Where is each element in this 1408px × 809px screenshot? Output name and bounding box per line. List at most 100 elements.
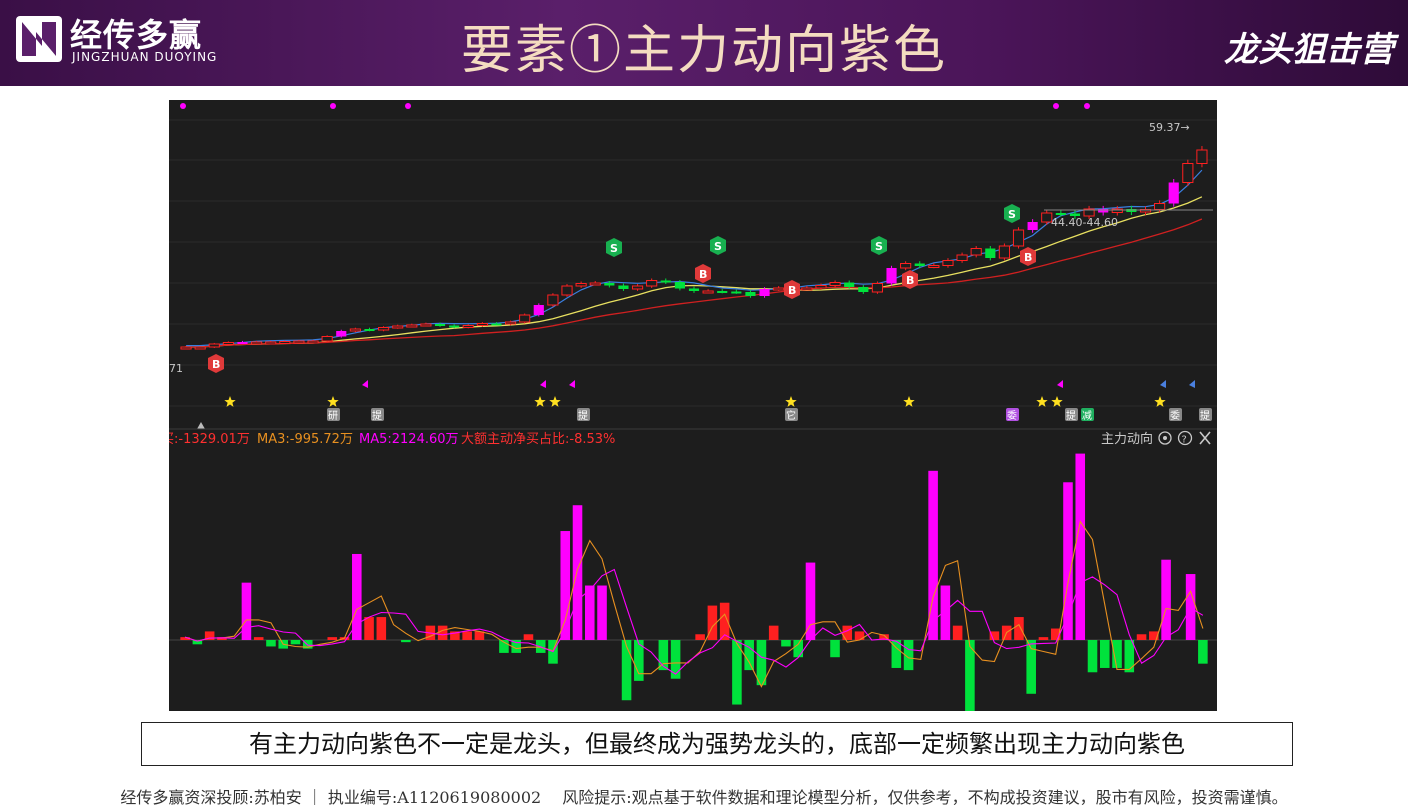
indicator-bar xyxy=(584,585,595,640)
indicator-bar xyxy=(744,640,754,671)
indicator-bar xyxy=(241,582,252,640)
indicator-bar xyxy=(597,585,607,640)
indicator-bar xyxy=(352,553,362,640)
indicator-bar xyxy=(1099,640,1110,668)
ma3-line xyxy=(184,520,1204,688)
slide-title: 要素①主力动向紫色 xyxy=(460,21,947,81)
tag-label: 研 xyxy=(328,410,338,422)
flag-marker xyxy=(362,380,368,388)
indicator-bar xyxy=(695,634,705,640)
candle xyxy=(702,290,714,294)
indicator-bar xyxy=(462,631,472,640)
candle xyxy=(194,346,206,350)
sell-signal-label: S xyxy=(875,240,883,253)
candle xyxy=(208,343,220,348)
top-marker xyxy=(405,103,411,109)
indicator-bar xyxy=(1087,640,1098,673)
candle xyxy=(237,342,248,344)
legend-ratio: 大额主动净买占比:-8.53% xyxy=(461,432,615,447)
candle xyxy=(717,291,728,293)
candle xyxy=(491,323,502,326)
indicator-bar xyxy=(670,640,681,679)
candle xyxy=(858,287,869,292)
help-icon[interactable]: ? xyxy=(1177,430,1193,446)
top-marker xyxy=(1053,103,1059,109)
legend-ma5: MA5:2124.60万 xyxy=(359,432,459,447)
candle xyxy=(998,245,1010,259)
candle xyxy=(928,265,940,268)
indicator-title: 主力动向 xyxy=(1101,431,1153,447)
indicator-bar xyxy=(376,617,387,640)
star-marker xyxy=(1154,396,1166,407)
indicator-bar xyxy=(952,625,963,640)
legend-ma3: MA3:-995.72万 xyxy=(257,432,353,447)
indicator-bar xyxy=(854,631,865,640)
candle xyxy=(604,283,615,286)
sell-signal-label: S xyxy=(1008,208,1016,221)
ma-blue-line xyxy=(186,169,1203,347)
indicator-bar xyxy=(1038,637,1049,640)
tag-label: 提 xyxy=(372,410,382,422)
indicator-bar xyxy=(572,505,583,640)
candle xyxy=(660,280,671,283)
indicator-bar xyxy=(1075,453,1086,640)
candle xyxy=(844,282,855,287)
indicator-bar xyxy=(266,640,276,647)
tag-label: 它 xyxy=(786,409,796,422)
indicator-bar xyxy=(781,640,791,647)
tag-label: 减 xyxy=(1082,410,1092,422)
candle xyxy=(731,291,742,294)
star-marker xyxy=(327,396,339,407)
buy-signal-label: B xyxy=(788,284,796,297)
indicator-bar xyxy=(401,640,411,643)
candle xyxy=(420,323,432,327)
candle xyxy=(504,321,517,325)
price-high-label: 59.37→ xyxy=(1149,121,1190,134)
indicator-bar xyxy=(842,625,853,640)
legend-buy: 买:-1329.01万 xyxy=(169,432,250,447)
candle xyxy=(1154,203,1166,210)
star-marker xyxy=(785,396,797,407)
star-marker xyxy=(903,396,915,407)
candle xyxy=(449,325,460,328)
candle xyxy=(914,263,925,266)
candle xyxy=(293,340,305,344)
ma5-line xyxy=(184,568,1204,675)
star-marker xyxy=(224,396,236,407)
tag-label: 委 xyxy=(1007,409,1017,422)
buy-signal-label: B xyxy=(1024,251,1032,264)
candle xyxy=(1027,222,1038,230)
top-marker xyxy=(180,103,186,109)
candle xyxy=(631,285,644,290)
flag-marker xyxy=(569,380,575,388)
candle xyxy=(646,280,658,287)
indicator-bar xyxy=(1185,574,1196,640)
candle xyxy=(222,342,234,345)
candle xyxy=(1182,163,1194,183)
stock-chart: 59.37→ 44.40-44.60 71 BBBBBSSSS 研提提它委提减委提 … xyxy=(169,100,1217,711)
candle xyxy=(519,314,531,323)
indicator-bar xyxy=(560,531,571,640)
candle xyxy=(307,340,319,344)
candle xyxy=(279,341,291,344)
candle xyxy=(476,323,488,326)
candle xyxy=(392,325,404,329)
candle xyxy=(801,287,813,291)
settings-icon[interactable] xyxy=(1158,431,1172,445)
buy-signal-label: B xyxy=(212,358,220,371)
star-marker xyxy=(1036,396,1048,407)
cursor-triangle xyxy=(197,422,205,429)
flag-marker xyxy=(1057,380,1063,388)
candle xyxy=(533,305,544,315)
candle xyxy=(180,346,192,350)
star-marker xyxy=(534,396,546,407)
indicator-bar xyxy=(1161,559,1171,640)
candle xyxy=(1012,229,1025,247)
slide-header: 经传多赢 JINGZHUAN DUOYING 要素①主力动向紫色 龙头狙击营 xyxy=(0,0,1408,86)
candle xyxy=(364,329,375,331)
indicator-bar xyxy=(1124,640,1135,673)
candle xyxy=(589,282,601,286)
candle xyxy=(886,268,897,284)
close-icon[interactable] xyxy=(1199,431,1211,445)
candle xyxy=(406,324,418,328)
